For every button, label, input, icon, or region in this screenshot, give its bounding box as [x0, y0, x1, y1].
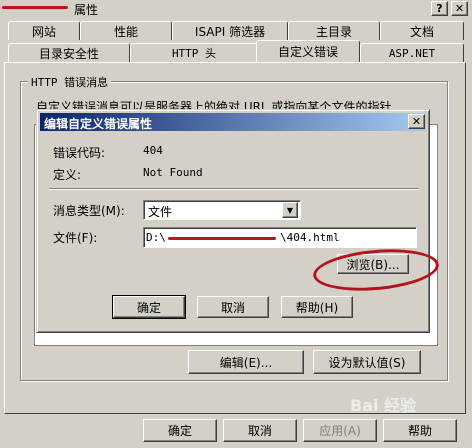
dialog-title-bar: 编辑自定义错误属性 ✕ — [40, 113, 426, 131]
help-button[interactable]: 帮助 — [383, 419, 457, 442]
tab-custom-errors[interactable]: 自定义错误 — [256, 40, 360, 62]
tab-performance[interactable]: 性能 — [80, 21, 172, 40]
window-title-bar: 属性 ? ✕ — [0, 0, 472, 18]
message-type-value: 文件 — [148, 205, 173, 219]
separator — [49, 188, 419, 190]
redacted-site-name — [2, 6, 68, 9]
file-path-end: \404.html — [280, 231, 340, 244]
file-label: 文件(F): — [53, 231, 98, 245]
message-type-select[interactable]: 文件 ▼ — [143, 200, 301, 220]
edit-custom-error-dialog: 编辑自定义错误属性 ✕ 错误代码: 404 定义: Not Found 消息类型… — [36, 109, 430, 333]
tab-documents[interactable]: 文档 — [380, 21, 464, 40]
group-label: HTTP 错误消息 — [28, 74, 112, 90]
tab-isapi-filters[interactable]: ISAPI 筛选器 — [172, 21, 288, 40]
dialog-cancel-button[interactable]: 取消 — [197, 296, 269, 318]
dialog-title: 编辑自定义错误属性 — [44, 117, 153, 131]
tab-aspnet[interactable]: ASP.NET — [360, 43, 464, 62]
error-code-label: 错误代码: — [53, 146, 106, 160]
chevron-down-icon[interactable]: ▼ — [282, 202, 298, 218]
close-title-button[interactable]: ✕ — [451, 1, 468, 16]
dialog-help-button[interactable]: 帮助(H) — [281, 296, 353, 318]
help-title-button[interactable]: ? — [431, 1, 448, 16]
watermark: Bai 经验 — [350, 396, 417, 415]
tab-home-directory[interactable]: 主目录 — [288, 21, 380, 40]
tab-http-headers[interactable]: HTTP 头 — [130, 43, 258, 62]
redacted-path — [168, 237, 276, 240]
file-path-input[interactable]: D:\ \404.html — [143, 227, 417, 248]
window-title: 属性 — [74, 3, 99, 17]
message-type-label: 消息类型(M): — [53, 204, 125, 218]
ok-button[interactable]: 确定 — [143, 419, 217, 442]
cancel-button[interactable]: 取消 — [223, 419, 297, 442]
error-code-value: 404 — [143, 144, 163, 157]
tab-website[interactable]: 网站 — [8, 21, 80, 40]
tab-directory-security[interactable]: 目录安全性 — [8, 43, 130, 62]
dialog-ok-button[interactable]: 确定 — [112, 295, 186, 319]
set-default-button[interactable]: 设为默认值(S) — [313, 350, 421, 374]
dialog-close-button[interactable]: ✕ — [408, 114, 425, 129]
definition-label: 定义: — [53, 168, 82, 182]
definition-value: Not Found — [143, 166, 203, 179]
edit-button[interactable]: 编辑(E)... — [188, 350, 304, 374]
apply-button[interactable]: 应用(A) — [303, 419, 377, 442]
file-path-start: D:\ — [146, 231, 166, 244]
